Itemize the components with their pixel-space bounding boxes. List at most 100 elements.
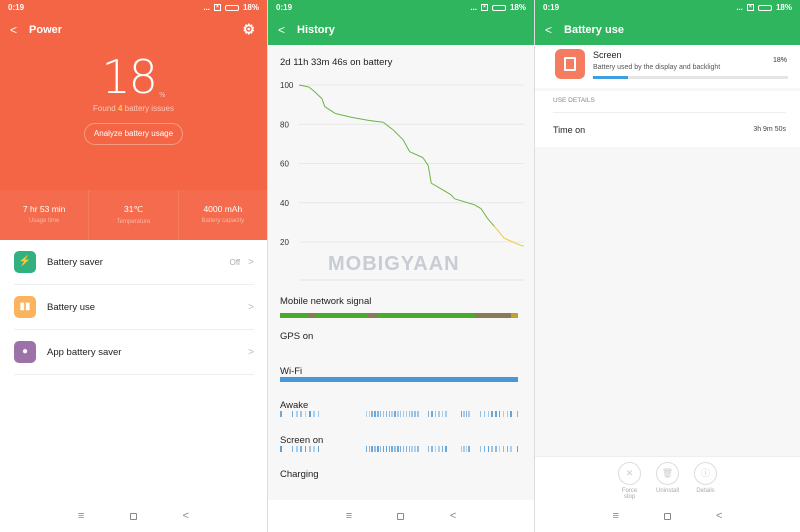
clock: 0:19 (8, 3, 24, 12)
analyze-button[interactable]: Analyze battery usage (84, 123, 183, 145)
y-tick-label: 100 (280, 81, 294, 90)
battery-icon (492, 5, 506, 11)
battery-bolt-icon: ⚡ (14, 251, 36, 273)
stats-row: 7 hr 53 min Usage time 31℃ Temperature 400… (0, 190, 267, 240)
activity-tick (318, 446, 320, 452)
y-tick-label: 60 (280, 160, 289, 169)
activity-tick (309, 411, 311, 417)
info-icon: ⓘ (694, 462, 717, 485)
sim-icon: × (747, 4, 754, 11)
activity-tick (371, 411, 373, 417)
activity-tick (463, 446, 465, 452)
menu-item-battery-saver[interactable]: ⚡ Battery saver Off > (14, 240, 254, 285)
home-icon[interactable] (397, 513, 404, 520)
activity-tick (400, 446, 402, 452)
menu-value: Off (230, 258, 241, 267)
stat-label: Usage time (0, 218, 88, 224)
signal-dots: ... (470, 3, 477, 12)
screen-on-bar (280, 446, 518, 452)
activity-tick (431, 446, 433, 452)
clock: 0:19 (276, 3, 292, 12)
activity-tick (517, 446, 519, 452)
battery-line-segment (514, 243, 522, 246)
activity-tick (386, 446, 388, 452)
activity-tick (292, 446, 294, 452)
activity-tick (366, 446, 368, 452)
activity-tick (468, 446, 470, 452)
app-name: Screen (593, 50, 622, 60)
activity-tick (391, 411, 393, 417)
menu-item-app-battery-saver[interactable]: ● App battery saver > (14, 330, 254, 375)
back-icon[interactable]: < (545, 23, 552, 37)
time-on-battery: 2d 11h 33m 46s on battery (280, 57, 392, 68)
details-button[interactable]: ⓘ Details (693, 457, 719, 500)
awake-bar (280, 411, 518, 417)
activity-tick (377, 446, 379, 452)
back-nav-icon[interactable]: < (183, 510, 189, 522)
row-label-charging: Charging (280, 469, 319, 480)
force-stop-button[interactable]: ✕ Force stop (617, 457, 643, 500)
back-nav-icon[interactable]: < (450, 510, 456, 522)
page-title: History (297, 24, 335, 36)
history-screen: 0:19... × 18% < History 2d 11h 33m 46s on b… (267, 0, 534, 532)
activity-tick (296, 446, 298, 452)
battery-use-screen: 0:19... × 18% < Battery use Screen Battery … (534, 0, 800, 532)
battery-percent: 18% (0, 50, 267, 104)
battery-line-segment (451, 195, 454, 199)
app-percent: 18% (773, 57, 787, 64)
back-icon[interactable]: < (10, 23, 17, 37)
menu-label: Battery use (47, 302, 248, 313)
gear-icon[interactable]: ⚙ (242, 21, 255, 38)
activity-tick (318, 411, 320, 417)
battery-level: 18% (510, 3, 526, 12)
activity-tick (438, 446, 440, 452)
activity-tick (417, 411, 419, 417)
issues-text: Found 4 battery issues (0, 104, 267, 113)
found-post: battery issues (122, 104, 174, 113)
activity-tick (409, 446, 411, 452)
battery-line-segment (410, 152, 423, 158)
back-nav-icon[interactable]: < (716, 510, 722, 522)
activity-tick (461, 446, 463, 452)
menu-icon[interactable]: ≡ (78, 510, 84, 522)
section-header: USE DETAILS (553, 97, 595, 104)
app-usage-card: Screen Battery used by the display and b… (535, 45, 800, 88)
activity-tick (428, 411, 430, 417)
activity-tick (391, 446, 393, 452)
stat-value: 4000 mAh (179, 204, 267, 214)
battery-line-segment (314, 91, 322, 99)
menu-icon[interactable]: ≡ (613, 510, 619, 522)
activity-tick (403, 446, 405, 452)
back-icon[interactable]: < (278, 23, 285, 37)
activity-tick (280, 446, 282, 452)
home-icon[interactable] (664, 513, 671, 520)
battery-line-segment (369, 120, 384, 122)
activity-tick (411, 446, 413, 452)
clock: 0:19 (543, 3, 559, 12)
use-details: USE DETAILS Time on 3h 9m 50s (535, 91, 800, 147)
activity-tick (369, 446, 371, 452)
activity-tick (435, 446, 437, 452)
activity-tick (366, 411, 368, 417)
battery-level: 18% (776, 3, 792, 12)
y-tick-label: 40 (280, 199, 289, 208)
wifi-bar (280, 377, 518, 382)
stat-label: Battery capacity (179, 218, 267, 224)
stat-capacity: 4000 mAh Battery capacity (179, 190, 267, 240)
battery-line-segment (494, 226, 504, 238)
activity-tick (503, 411, 505, 417)
battery-line-segment (393, 130, 403, 140)
menu-item-battery-use[interactable]: ▮▮ Battery use > (14, 285, 254, 330)
activity-tick (488, 411, 490, 417)
action-bar: ✕ Force stop 🗑︎ Uninstall ⓘ Details (535, 456, 800, 500)
activity-tick (280, 411, 282, 417)
battery-line-segment (455, 199, 475, 205)
home-icon[interactable] (130, 513, 137, 520)
uninstall-button[interactable]: 🗑︎ Uninstall (655, 457, 681, 500)
activity-tick (383, 446, 385, 452)
menu-icon[interactable]: ≡ (346, 510, 352, 522)
sim-icon: × (481, 4, 488, 11)
battery-line-segment (488, 218, 495, 226)
row-label-wifi: Wi-Fi (280, 366, 302, 377)
battery-line-segment (428, 165, 431, 183)
